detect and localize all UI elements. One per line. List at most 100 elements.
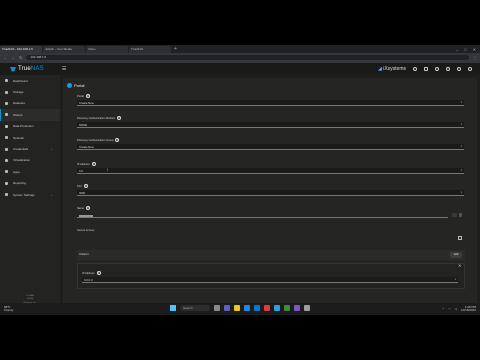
- forward-icon[interactable]: →: [11, 55, 15, 60]
- menu-icon[interactable]: ⋮: [473, 55, 477, 60]
- truecommand-icon[interactable]: [413, 67, 417, 71]
- chrome-icon[interactable]: [264, 305, 270, 311]
- ip-address-value: 0.0: [79, 169, 83, 173]
- initiators-label-text: Initiators: [79, 253, 89, 256]
- app-icon[interactable]: [294, 305, 300, 311]
- ip-address-select[interactable]: 0.0 ▾: [77, 168, 464, 174]
- notifications-icon[interactable]: [446, 67, 450, 71]
- portal-select[interactable]: Create New ▾: [77, 100, 464, 106]
- help-icon[interactable]: ?: [85, 94, 90, 98]
- app-icon[interactable]: [274, 305, 280, 311]
- toggle-visibility-icon[interactable]: [459, 213, 462, 217]
- discovery-method-label-text: Discovery Authentication Method: [77, 116, 115, 120]
- jobs-icon[interactable]: [435, 67, 439, 71]
- generate-button[interactable]: [452, 213, 457, 217]
- help-icon[interactable]: ?: [83, 184, 88, 188]
- task-view-icon[interactable]: [214, 305, 220, 311]
- maximize-icon[interactable]: □: [464, 47, 466, 52]
- sidebar-item-shares[interactable]: Shares: [0, 109, 60, 121]
- sidebar-item-reporting[interactable]: Reporting: [0, 178, 60, 189]
- sidebar-item-apps[interactable]: Apps: [0, 166, 60, 177]
- initiator-row: ✕ IP Address ? 0.0.0.0 ▾: [77, 263, 465, 289]
- help-icon[interactable]: ?: [96, 271, 101, 275]
- sidebar-item-label: System Settings: [13, 192, 35, 197]
- reload-icon[interactable]: ↻: [19, 55, 22, 60]
- clock[interactable]: 1:29 PM 10/18/2022: [461, 305, 476, 313]
- browser-tab[interactable]: TrueNAS - 192.168.1.5: [0, 46, 42, 53]
- settings-icon[interactable]: [457, 67, 461, 71]
- help-icon[interactable]: ?: [116, 116, 121, 120]
- power-icon[interactable]: [468, 67, 472, 71]
- file-explorer-icon[interactable]: [234, 305, 240, 311]
- sidebar-item-label: Dashboard: [13, 78, 28, 83]
- app-icon[interactable]: [284, 305, 290, 311]
- add-initiator-button[interactable]: Add: [450, 252, 462, 258]
- name-input[interactable]: [77, 212, 448, 218]
- form-title-text: Portal: [74, 83, 85, 88]
- dropdown-arrow-icon: ▾: [460, 145, 462, 148]
- sidebar-item-network[interactable]: Network: [0, 132, 60, 143]
- dashboard-icon: [5, 79, 8, 83]
- browser-tab[interactable]: Video: [86, 46, 128, 53]
- sidebar-item-credentials[interactable]: Credentials ›: [0, 143, 60, 154]
- secure-access-checkbox[interactable]: [458, 236, 462, 240]
- volume-icon[interactable]: ◁: [455, 307, 457, 311]
- apps-icon: [5, 170, 8, 174]
- browser-tab[interactable]: Jellyfin - Your Media: [43, 46, 85, 53]
- sidebar-item-virtualization[interactable]: Virtualization: [0, 155, 60, 166]
- vendor-label: iXsystems: [383, 66, 406, 72]
- sidebar-item-label: Data Protection: [13, 124, 34, 129]
- weather-widget[interactable]: 68°F Cloudy: [4, 305, 13, 313]
- help-icon[interactable]: ?: [85, 206, 90, 210]
- remove-row-icon[interactable]: ✕: [458, 263, 461, 268]
- store-icon[interactable]: [254, 305, 260, 311]
- chevron-up-icon[interactable]: ^: [443, 307, 444, 311]
- brand-suffix: NAS: [30, 66, 44, 72]
- windows-start-icon[interactable]: [170, 305, 176, 311]
- sidebar-item-storage[interactable]: Storage: [0, 86, 60, 97]
- port-input[interactable]: 3260 ▾: [77, 190, 464, 196]
- secure-access-label: Secure Access: [77, 229, 94, 232]
- truenas-logo[interactable]: TrueNAS: [10, 66, 44, 72]
- sidebar-item-dashboard[interactable]: Dashboard: [0, 75, 60, 86]
- close-icon[interactable]: ✕: [473, 47, 476, 52]
- browser-window: TrueNAS - 192.168.1.5 Jellyfin - Your Me…: [0, 45, 480, 315]
- back-icon[interactable]: ←: [3, 55, 7, 60]
- sidebar-item-label: Storage: [13, 90, 24, 95]
- edge-icon[interactable]: [244, 305, 250, 311]
- taskbar-search[interactable]: Search: [180, 305, 210, 311]
- browser-tab[interactable]: TrueNAS: [129, 46, 171, 53]
- help-icon[interactable]: ?: [115, 138, 120, 142]
- portal-value: Create New: [79, 101, 94, 105]
- ixsystems-logo[interactable]: ◢ iXsystems: [378, 66, 406, 72]
- sidebar-item-label: Network: [13, 135, 25, 140]
- row-ip-select[interactable]: 0.0.0.0 ▾: [82, 277, 458, 283]
- sidebar-item-system-settings[interactable]: System Settings ›: [0, 189, 60, 200]
- dropdown-arrow-icon: ▾: [460, 123, 462, 126]
- brand-prefix: True: [18, 66, 31, 72]
- help-icon[interactable]: ?: [91, 162, 96, 166]
- sidebar-item-data-protection[interactable]: Data Protection: [0, 121, 60, 132]
- hamburger-menu-icon[interactable]: ☰: [62, 66, 66, 72]
- app-icon[interactable]: [304, 305, 310, 311]
- minimize-icon[interactable]: –: [456, 47, 458, 52]
- sidebar-item-datasets[interactable]: Datasets: [0, 98, 60, 109]
- discovery-group-select[interactable]: Create New ▾: [77, 144, 464, 150]
- discovery-method-label: Discovery Authentication Method ?: [77, 116, 121, 120]
- initiators-label: Initiators: [79, 253, 89, 256]
- new-tab-icon[interactable]: +: [174, 46, 177, 52]
- sidebar: Dashboard Storage Datasets Shares Data Prote…: [0, 75, 60, 315]
- url-input[interactable]: 192.168.1.5: [26, 54, 469, 60]
- port-label-text: Port: [77, 184, 82, 188]
- name-label: Name ?: [77, 206, 90, 210]
- chat-icon[interactable]: [224, 305, 230, 311]
- wifi-icon[interactable]: ◠: [448, 307, 451, 311]
- browser-tab-bar: TrueNAS - 192.168.1.5 Jellyfin - Your Me…: [0, 45, 480, 53]
- discovery-method-select[interactable]: NONE ▾: [77, 122, 464, 128]
- window-controls: – □ ✕: [456, 47, 480, 52]
- windows-taskbar: 68°F Cloudy Search ^ ◠ ◁ 1:29 PM 10/18/2…: [0, 303, 480, 315]
- dropdown-arrow-icon: ▾: [460, 169, 462, 172]
- directory-services-icon[interactable]: [424, 67, 428, 71]
- portal-icon: [67, 83, 72, 88]
- mouse-cursor-icon: ⅰ: [107, 168, 108, 172]
